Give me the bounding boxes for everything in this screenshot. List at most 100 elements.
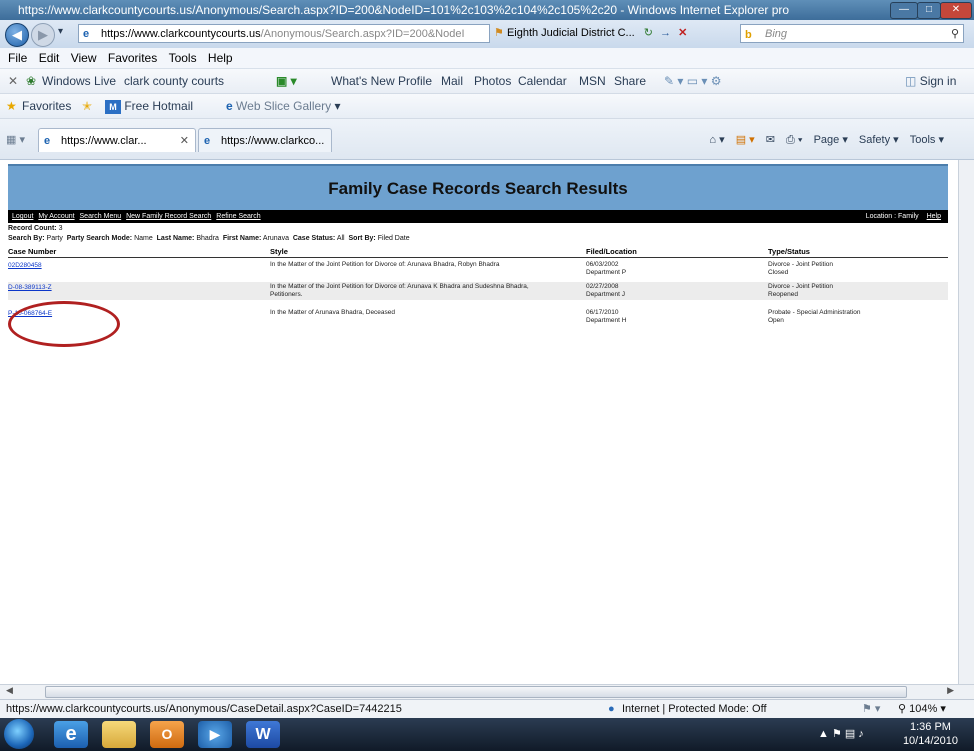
link-calendar[interactable]: Calendar — [518, 69, 567, 93]
case-status: Reopened — [768, 291, 798, 298]
close-toolbar-icon[interactable]: ✕ — [8, 69, 18, 93]
menu-edit[interactable]: Edit — [39, 51, 60, 65]
address-input[interactable]: e https://www.clarkcountycourts.us/Anony… — [78, 24, 490, 43]
windows-live-icon: ❀ — [26, 74, 37, 88]
feeds-icon[interactable]: ▤ ▾ — [736, 134, 755, 146]
my-account-link[interactable]: My Account — [38, 213, 74, 220]
tray-icons[interactable]: ▲ ⚑ ▤ ♪ — [818, 727, 864, 740]
case-number-link[interactable]: D-08-389113-Z — [8, 284, 52, 292]
new-family-search-link[interactable]: New Family Record Search — [126, 213, 211, 220]
live-search-input[interactable]: clark county courts — [124, 69, 254, 93]
first-name-label: First Name: — [222, 235, 262, 242]
menu-favorites[interactable]: Favorites — [108, 51, 157, 65]
filed-date: 02/27/2008 — [586, 283, 619, 290]
mail-icon[interactable]: ✉ — [766, 134, 775, 146]
search-by-label: Search By: — [8, 235, 45, 242]
toolbar-options-icon[interactable]: ✎ ▾ ▭ ▾ ⚙ — [664, 69, 722, 93]
add-favorite-icon[interactable]: ✭ — [82, 94, 92, 118]
case-status: Open — [768, 317, 784, 324]
clock-date: 10/14/2010 — [902, 735, 958, 747]
column-header-style[interactable]: Style — [270, 247, 288, 257]
table-row: 02D280458 In the Matter of the Joint Pet… — [8, 260, 948, 278]
table-row: P-10-068764-E In the Matter of Arunava B… — [8, 308, 948, 326]
minimize-button[interactable]: — — [890, 2, 918, 19]
last-name-label: Last Name: — [156, 235, 195, 242]
header-divider — [8, 257, 948, 258]
quick-tabs-icon[interactable]: ▦ ▾ — [6, 133, 25, 146]
outlook-icon[interactable]: O — [150, 721, 184, 748]
location-label: Location : Family — [865, 213, 919, 220]
ie-tab-icon: e — [204, 135, 211, 147]
location: Department H — [586, 317, 627, 324]
ie-tab-icon: e — [44, 135, 51, 147]
link-mail[interactable]: Mail — [441, 69, 463, 93]
print-icon[interactable]: ⎙ ▾ — [786, 134, 802, 146]
refine-search-link[interactable]: Refine Search — [216, 213, 260, 220]
menu-file[interactable]: File — [8, 51, 27, 65]
hotmail-link[interactable]: M Free Hotmail — [105, 94, 193, 118]
forward-button[interactable]: ▶ — [31, 23, 55, 47]
page-title: Family Case Records Search Results — [328, 179, 628, 198]
recent-pages-dropdown[interactable]: ▾ — [58, 26, 63, 37]
clock[interactable]: 1:36 PM 10/14/2010 — [903, 720, 958, 748]
link-share[interactable]: Share — [614, 69, 646, 93]
link-whats-new[interactable]: What's New — [331, 69, 395, 93]
start-button-icon[interactable] — [4, 719, 34, 749]
horizontal-scroll-thumb[interactable] — [45, 686, 907, 698]
close-window-button[interactable]: ✕ — [940, 2, 972, 19]
menu-view[interactable]: View — [71, 51, 97, 65]
page-menu[interactable]: Page ▾ — [814, 134, 848, 146]
scroll-right-icon[interactable]: ▶ — [947, 685, 954, 696]
file-explorer-icon[interactable] — [102, 721, 136, 748]
safety-menu[interactable]: Safety ▾ — [859, 134, 899, 146]
tools-menu[interactable]: Tools ▾ — [910, 134, 944, 146]
scroll-left-icon[interactable]: ◀ — [6, 685, 13, 696]
search-by-value: Party — [46, 235, 63, 242]
zoom-level[interactable]: ⚲ 104% ▾ — [898, 700, 946, 719]
maximize-button[interactable]: □ — [917, 2, 941, 19]
internet-explorer-icon[interactable]: e — [54, 721, 88, 748]
stop-icon[interactable]: ✕ — [678, 27, 687, 39]
page-banner: Family Case Records Search Results — [8, 164, 948, 212]
search-icon[interactable]: ⚲ — [951, 25, 959, 44]
help-link[interactable]: Help — [927, 213, 941, 220]
search-menu-link[interactable]: Search Menu — [80, 213, 122, 220]
tab-1-label: https://www.clar... — [61, 135, 147, 147]
link-profile[interactable]: Profile — [398, 69, 432, 93]
search-input[interactable]: b Bing ⚲ — [740, 24, 964, 43]
home-icon[interactable]: ⌂ ▾ — [709, 134, 724, 146]
filed-date: 06/03/2002 — [586, 261, 619, 268]
link-photos[interactable]: Photos — [474, 69, 511, 93]
protected-mode-icon[interactable]: ⚑ ▾ — [862, 700, 880, 719]
web-slice-gallery-link[interactable]: e Web Slice Gallery ▾ — [226, 94, 341, 118]
tab-2[interactable]: e https://www.clarkco... — [198, 128, 332, 152]
column-header-case-number[interactable]: Case Number — [8, 247, 56, 257]
vertical-scrollbar[interactable] — [958, 160, 974, 684]
close-tab-icon[interactable]: ✕ — [180, 129, 189, 152]
safety-menu-label: Safety — [858, 134, 891, 146]
live-search-button[interactable]: ▣ ▾ — [276, 69, 297, 93]
menu-help[interactable]: Help — [208, 51, 233, 65]
column-header-filed-location[interactable]: Filed/Location — [586, 247, 637, 257]
page-viewport: Family Case Records Search Results Logou… — [0, 160, 958, 684]
logout-link[interactable]: Logout — [12, 213, 33, 220]
case-number-link[interactable]: 02D280458 — [8, 262, 42, 270]
word-icon[interactable]: W — [246, 721, 280, 748]
bing-icon: b — [745, 29, 752, 41]
back-button[interactable]: ◀ — [5, 23, 29, 47]
go-icon[interactable]: → — [660, 27, 671, 39]
ie-page-icon: e — [83, 28, 90, 40]
security-zone[interactable]: Internet | Protected Mode: Off — [622, 700, 767, 719]
menu-tools[interactable]: Tools — [169, 51, 197, 65]
tab-2-label: https://www.clarkco... — [221, 135, 325, 147]
internet-zone-icon: ● — [608, 703, 615, 715]
tab-1[interactable]: e https://www.clar... ✕ — [38, 128, 196, 152]
refresh-icon[interactable]: ↻ — [644, 27, 653, 39]
column-header-type-status[interactable]: Type/Status — [768, 247, 810, 257]
sign-in-link[interactable]: ◫ Sign in — [905, 69, 956, 93]
location: Department J — [586, 291, 626, 298]
window-title-bar: https://www.clarkcountycourts.us/Anonymo… — [0, 0, 974, 20]
favorites-button[interactable]: Favorites — [22, 94, 71, 118]
link-msn[interactable]: MSN — [579, 69, 606, 93]
media-player-icon[interactable]: ▶ — [198, 721, 232, 748]
